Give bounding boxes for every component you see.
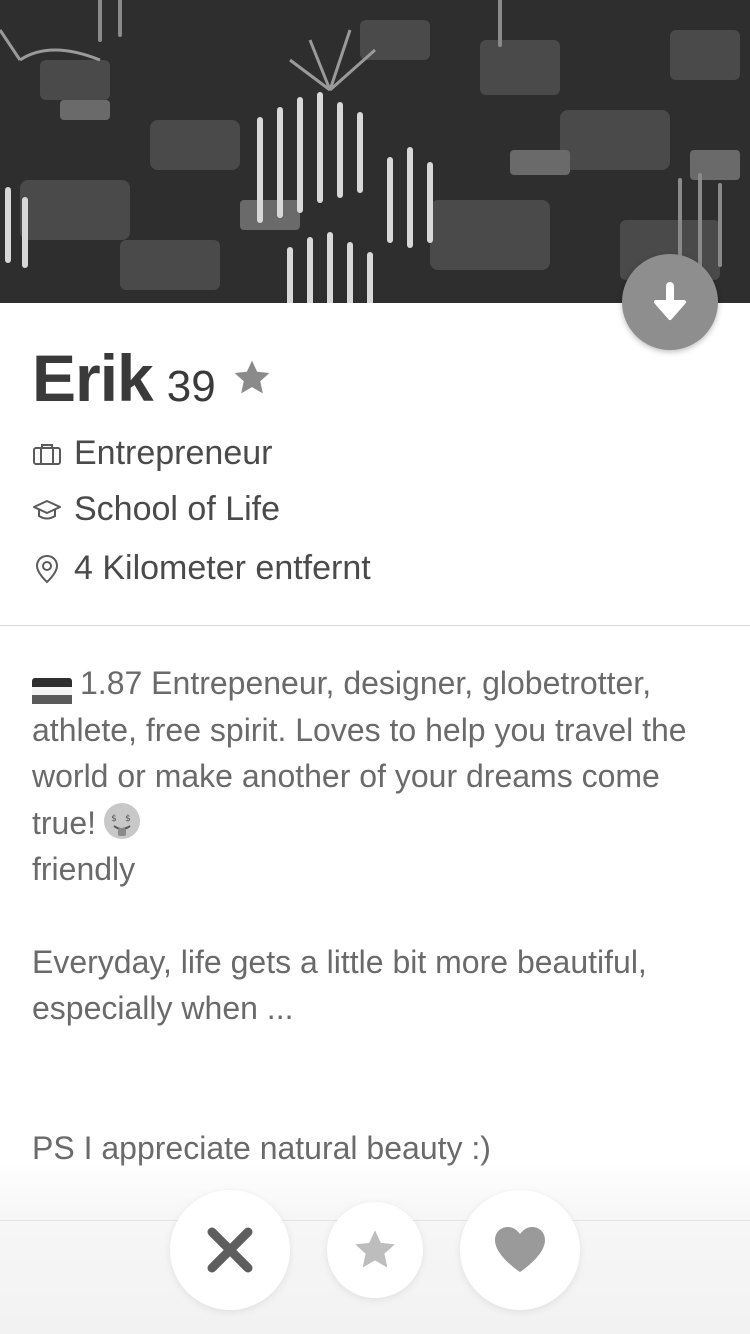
school-row: School of Life xyxy=(32,490,280,529)
flag-icon xyxy=(32,670,72,704)
distance-row: 4 Kilometer entfernt xyxy=(32,549,371,588)
super-like-button[interactable] xyxy=(327,1202,423,1298)
distance-text: 4 Kilometer entfernt xyxy=(74,549,371,587)
job-text: Entrepreneur xyxy=(74,434,273,472)
bio-section: 1.87 Entrepeneur, designer, globetrotter… xyxy=(32,660,712,1171)
profile-name: Erik xyxy=(32,341,154,415)
like-button[interactable] xyxy=(460,1190,580,1310)
svg-text:$: $ xyxy=(125,814,131,824)
star-icon xyxy=(355,1230,395,1268)
briefcase-icon xyxy=(32,439,62,469)
nope-button[interactable] xyxy=(170,1190,290,1310)
arrow-down-icon xyxy=(654,282,686,320)
close-icon xyxy=(207,1227,253,1273)
money-mouth-face-icon: $ $ xyxy=(102,801,142,841)
star-icon xyxy=(230,356,274,405)
bio-paragraph-1: 1.87 Entrepeneur, designer, globetrotter… xyxy=(32,660,712,893)
collapse-profile-button[interactable] xyxy=(622,254,718,350)
profile-header: Erik 39 xyxy=(32,340,274,416)
profile-age: 39 xyxy=(166,362,216,411)
bio-text-1-tail: friendly xyxy=(32,851,136,887)
divider xyxy=(0,625,750,626)
svg-text:$: $ xyxy=(111,814,117,824)
profile-photo[interactable] xyxy=(0,0,750,303)
location-pin-icon xyxy=(32,554,62,584)
school-text: School of Life xyxy=(74,490,281,528)
heart-icon xyxy=(495,1227,545,1272)
graduation-cap-icon xyxy=(32,495,62,525)
job-row: Entrepreneur xyxy=(32,434,272,473)
bio-paragraph-2: Everyday, life gets a little bit more be… xyxy=(32,943,647,1027)
